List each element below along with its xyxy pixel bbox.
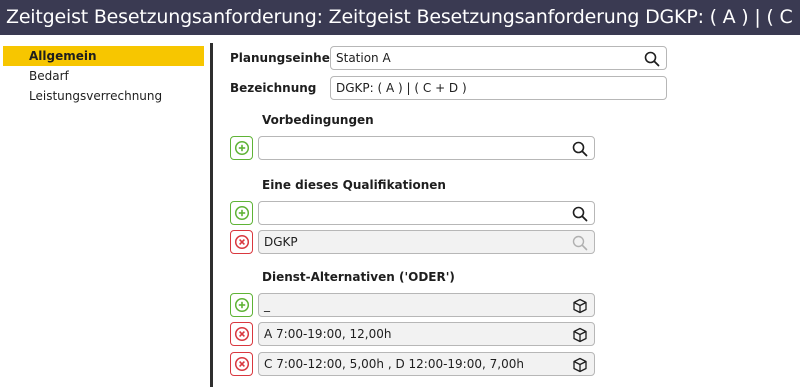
x-circle-icon	[234, 326, 250, 342]
search-icon[interactable]	[572, 141, 588, 157]
dienst-alternativen-heading: Dienst-Alternativen ('ODER')	[262, 270, 455, 284]
add-dienst-button[interactable]	[230, 293, 253, 317]
qualifikation-search-input[interactable]	[258, 201, 595, 225]
window-title: Zeitgeist Besetzungsanforderung: Zeitgei…	[0, 0, 800, 35]
plus-circle-icon	[234, 140, 250, 156]
x-circle-icon	[234, 234, 250, 250]
cube-icon[interactable]	[572, 357, 588, 373]
dienst-new-field[interactable]: _	[258, 293, 595, 317]
plus-circle-icon	[234, 205, 250, 221]
planungseinheit-value: Station A	[336, 51, 391, 65]
dienst-new-value: _	[264, 298, 270, 312]
search-icon[interactable]	[644, 51, 660, 67]
dienst-item[interactable]: C 7:00-12:00, 5,00h , D 12:00-19:00, 7,0…	[258, 352, 595, 376]
bezeichnung-value: DGKP: ( A ) | ( C + D )	[336, 81, 467, 95]
dienst-value: A 7:00-19:00, 12,00h	[264, 327, 392, 341]
dienst-value: C 7:00-12:00, 5,00h , D 12:00-19:00, 7,0…	[264, 357, 524, 371]
cube-icon[interactable]	[572, 298, 588, 314]
sidebar-item-leistungsverrechnung[interactable]: Leistungsverrechnung	[3, 86, 204, 106]
remove-dienst-button[interactable]	[230, 322, 253, 346]
qualifikation-value: DGKP	[264, 235, 298, 249]
planungseinheit-label: Planungseinheit	[230, 51, 340, 65]
vorbedingung-search-input[interactable]	[258, 136, 595, 160]
add-vorbedingung-button[interactable]	[230, 136, 253, 160]
sidebar-item-bedarf[interactable]: Bedarf	[3, 66, 204, 86]
remove-dienst-button[interactable]	[230, 352, 253, 376]
search-icon	[572, 235, 588, 251]
cube-icon[interactable]	[572, 327, 588, 343]
plus-circle-icon	[234, 297, 250, 313]
search-icon[interactable]	[572, 206, 588, 222]
sidebar: Allgemein Bedarf Leistungsverrechnung	[0, 35, 210, 387]
remove-qualifikation-button[interactable]	[230, 230, 253, 254]
x-circle-icon	[234, 356, 250, 372]
vorbedingungen-heading: Vorbedingungen	[262, 113, 374, 127]
bezeichnung-label: Bezeichnung	[230, 81, 317, 95]
dienst-item[interactable]: A 7:00-19:00, 12,00h	[258, 322, 595, 346]
add-qualifikation-button[interactable]	[230, 201, 253, 225]
qualifikationen-heading: Eine dieses Qualifikationen	[262, 178, 446, 192]
qualifikation-item[interactable]: DGKP	[258, 230, 595, 254]
bezeichnung-field[interactable]: DGKP: ( A ) | ( C + D )	[330, 76, 667, 100]
sidebar-item-allgemein[interactable]: Allgemein	[3, 46, 204, 66]
planungseinheit-field[interactable]: Station A	[330, 46, 667, 70]
panel-divider	[210, 43, 213, 387]
